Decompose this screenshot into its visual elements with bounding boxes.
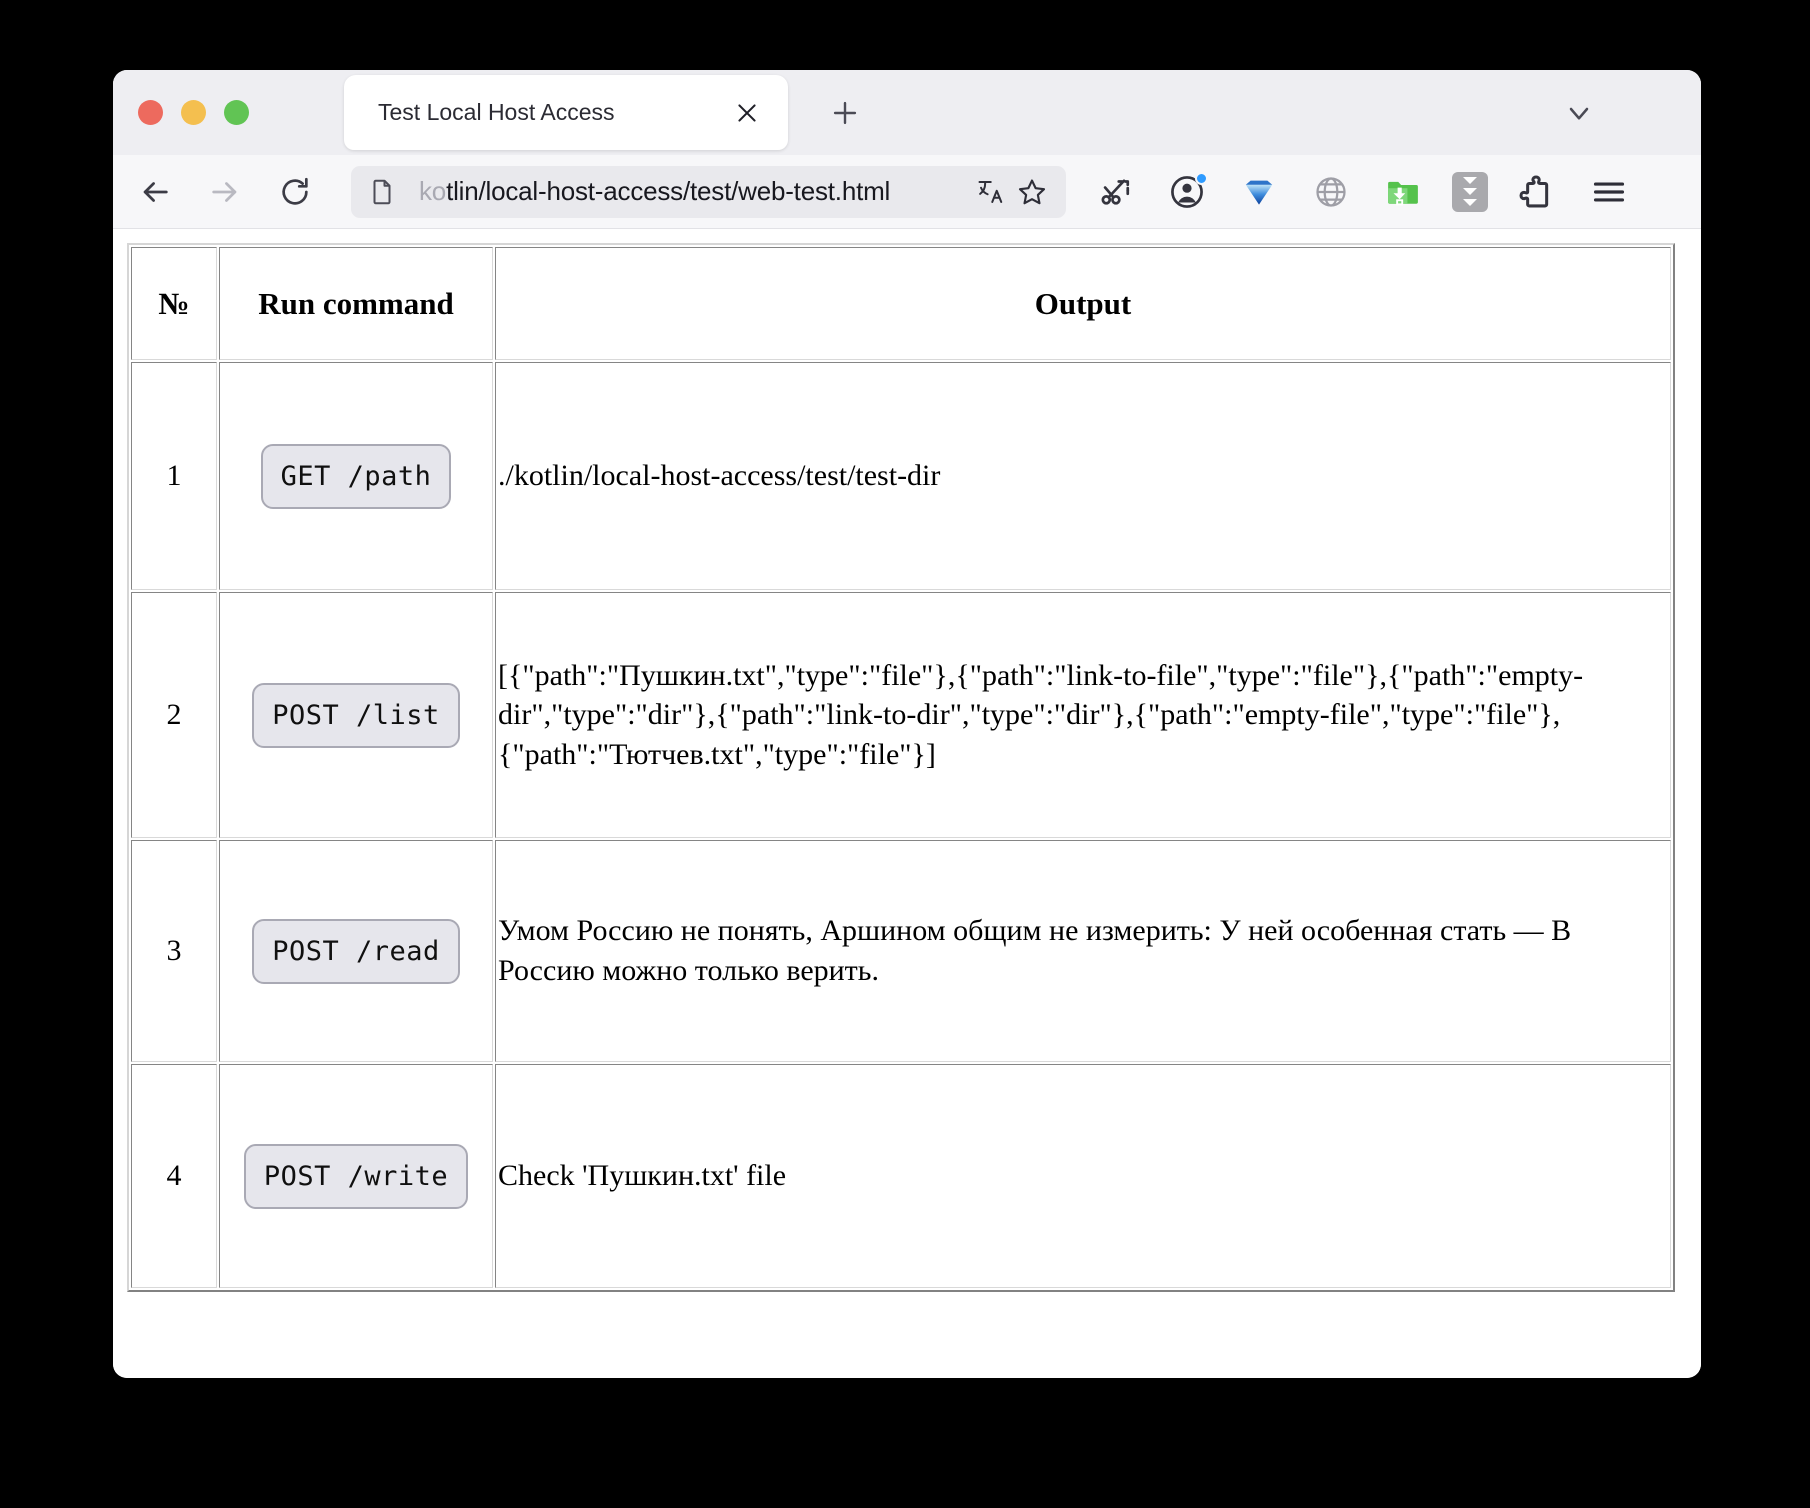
table-row: 4 POST /write Check 'Пушкин.txt' file	[131, 1064, 1671, 1288]
back-icon[interactable]	[133, 170, 177, 214]
table-body: 1 GET /path ./kotlin/local-host-access/t…	[131, 362, 1671, 1288]
post-list-button[interactable]: POST /list	[252, 683, 460, 748]
table-row: 3 POST /read Умом Россию не понять, Арши…	[131, 840, 1671, 1062]
screenshot-scissors-icon[interactable]	[1092, 169, 1138, 215]
account-icon[interactable]	[1164, 169, 1210, 215]
downloads-icon[interactable]	[1452, 172, 1488, 212]
maximize-window-button[interactable]	[224, 100, 249, 125]
column-header-number: №	[131, 247, 217, 360]
run-command-cell: GET /path	[219, 362, 493, 590]
run-command-cell: POST /read	[219, 840, 493, 1062]
navigation-buttons	[133, 170, 317, 214]
minimize-window-button[interactable]	[181, 100, 206, 125]
url-dim-prefix: ko	[419, 176, 446, 206]
results-table: № Run command Output 1 GET /path ./kotli…	[127, 243, 1675, 1292]
output-cell: ./kotlin/local-host-access/test/test-dir	[495, 362, 1671, 590]
output-cell: [{"path":"Пушкин.txt","type":"file"},{"p…	[495, 592, 1671, 838]
table-row: 1 GET /path ./kotlin/local-host-access/t…	[131, 362, 1671, 590]
bookmark-star-icon[interactable]	[1012, 172, 1052, 212]
post-read-button[interactable]: POST /read	[252, 919, 460, 984]
extension-icons	[1092, 169, 1632, 215]
output-cell: Check 'Пушкин.txt' file	[495, 1064, 1671, 1288]
new-tab-icon[interactable]	[824, 92, 866, 134]
post-write-button[interactable]: POST /write	[244, 1144, 468, 1209]
chevron-down-icon[interactable]	[1557, 91, 1601, 135]
run-command-cell: POST /write	[219, 1064, 493, 1288]
close-window-button[interactable]	[138, 100, 163, 125]
account-notification-badge	[1195, 172, 1208, 185]
extensions-puzzle-icon[interactable]	[1514, 169, 1560, 215]
url-main-text: tlin/local-host-access/test/web-test.htm…	[446, 176, 890, 206]
gem-icon[interactable]	[1236, 169, 1282, 215]
tab-title: Test Local Host Access	[378, 99, 615, 126]
page-document-icon	[367, 177, 397, 207]
row-number: 1	[131, 362, 217, 590]
output-cell: Умом Россию не понять, Аршином общим не …	[495, 840, 1671, 1062]
globe-icon[interactable]	[1308, 169, 1354, 215]
address-bar[interactable]: kotlin/local-host-access/test/web-test.h…	[351, 166, 1066, 218]
window-controls	[138, 100, 249, 125]
translate-icon[interactable]	[972, 172, 1012, 212]
reload-icon[interactable]	[273, 170, 317, 214]
page-content: № Run command Output 1 GET /path ./kotli…	[113, 229, 1701, 1378]
get-path-button[interactable]: GET /path	[261, 444, 452, 509]
browser-tab[interactable]: Test Local Host Access	[344, 75, 788, 150]
table-row: 2 POST /list [{"path":"Пушкин.txt","type…	[131, 592, 1671, 838]
browser-window: Test Local Host Access	[113, 70, 1701, 1378]
column-header-run-command: Run command	[219, 247, 493, 360]
row-number: 4	[131, 1064, 217, 1288]
row-number: 3	[131, 840, 217, 1062]
forward-icon[interactable]	[203, 170, 247, 214]
row-number: 2	[131, 592, 217, 838]
screen: Test Local Host Access	[0, 0, 1810, 1508]
column-header-output: Output	[495, 247, 1671, 360]
close-tab-icon[interactable]	[732, 98, 762, 128]
url-text: kotlin/local-host-access/test/web-test.h…	[419, 176, 972, 207]
browser-toolbar: kotlin/local-host-access/test/web-test.h…	[113, 155, 1701, 229]
table-header-row: № Run command Output	[131, 247, 1671, 360]
hamburger-menu-icon[interactable]	[1586, 169, 1632, 215]
tab-bar: Test Local Host Access	[113, 70, 1701, 155]
table-head: № Run command Output	[131, 247, 1671, 360]
green-folder-download-icon[interactable]	[1380, 169, 1426, 215]
run-command-cell: POST /list	[219, 592, 493, 838]
